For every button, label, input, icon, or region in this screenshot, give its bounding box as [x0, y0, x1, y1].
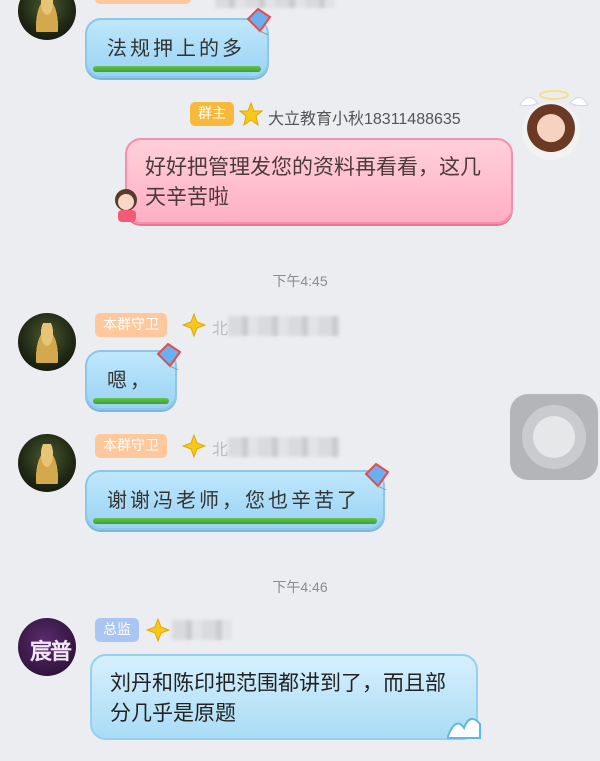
timestamp: 下午4:45	[272, 273, 328, 289]
message-text: 嗯，	[107, 368, 153, 392]
avatar[interactable]	[18, 434, 76, 492]
bubble-grass-decoration	[93, 518, 377, 524]
avatar[interactable]	[18, 0, 76, 40]
bubble-grass-decoration	[93, 66, 261, 72]
sender-name-blurred	[228, 437, 340, 457]
message-text: 刘丹和陈印把范围都讲到了，而且部分几乎是原题	[110, 671, 446, 725]
avatar-text: 宸普	[30, 639, 72, 665]
diamond-badge-icon	[182, 313, 206, 337]
kite-icon	[156, 342, 182, 370]
bubble-grass-decoration	[93, 398, 169, 404]
assistive-touch-icon[interactable]	[510, 394, 598, 480]
sender-name: 北	[212, 321, 229, 338]
message-text: 谢谢冯老师，您也辛苦了	[107, 488, 360, 512]
avatar[interactable]: 宸普	[18, 618, 76, 676]
kite-icon	[364, 462, 390, 490]
role-tag-guard: 本群守卫	[95, 313, 167, 337]
message-bubble[interactable]: 法规押上的多	[85, 18, 269, 78]
role-tag	[95, 0, 191, 4]
timestamp: 下午4:46	[272, 579, 328, 595]
message-bubble[interactable]: 好好把管理发您的资料再看看，这几天辛苦啦	[125, 138, 513, 224]
message-text: 好好把管理发您的资料再看看，这几天辛苦啦	[145, 155, 481, 209]
kite-icon	[246, 7, 272, 35]
message-text: 法规押上的多	[107, 36, 245, 60]
message-bubble[interactable]: 谢谢冯老师，您也辛苦了	[85, 470, 385, 530]
sender-name: 大立教育小秋18311488635	[268, 111, 461, 128]
avatar[interactable]	[18, 313, 76, 371]
star-badge-icon	[239, 102, 263, 126]
sender-name-blurred	[215, 0, 335, 8]
sender-name-blurred	[228, 316, 340, 336]
diamond-badge-icon	[146, 618, 170, 642]
message-bubble[interactable]: 刘丹和陈印把范围都讲到了，而且部分几乎是原题	[90, 654, 478, 740]
role-tag-director: 总监	[95, 618, 139, 642]
sender-name: 北	[212, 442, 229, 459]
cartoon-girl-icon	[115, 189, 137, 222]
diamond-badge-icon	[182, 434, 206, 458]
angel-wings-icon	[519, 90, 589, 107]
sender-name-blurred	[172, 620, 232, 640]
wave-icon	[447, 717, 481, 739]
role-tag-owner: 群主	[190, 102, 234, 126]
role-tag-guard: 本群守卫	[95, 434, 167, 458]
